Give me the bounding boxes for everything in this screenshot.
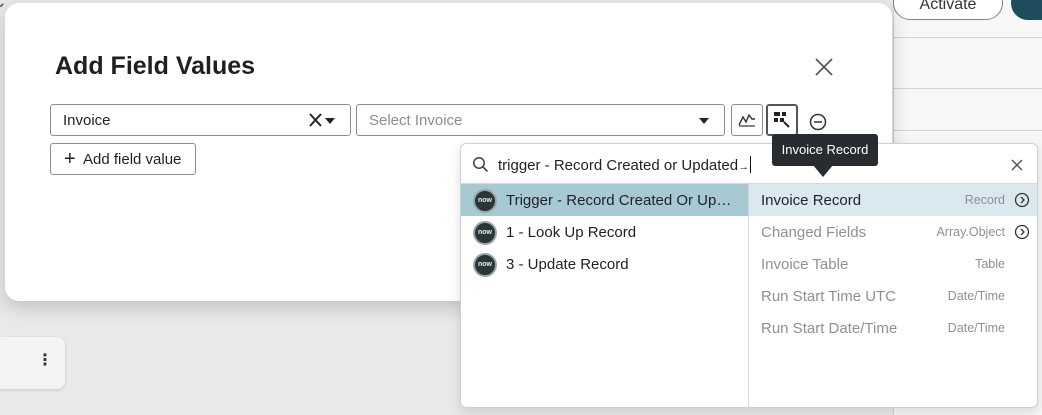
search-icon xyxy=(472,156,489,173)
chevron-down-icon[interactable] xyxy=(325,118,335,124)
text-cursor xyxy=(750,156,752,173)
pill-tree-button[interactable] xyxy=(766,104,798,136)
minus-circle-icon[interactable] xyxy=(809,113,827,131)
background-flow-card[interactable]: ⋮ xyxy=(0,337,65,389)
pill-type: Table xyxy=(975,257,1005,271)
arrow-right-icon: → xyxy=(738,161,750,173)
step-label: 1 - Look Up Record xyxy=(506,224,637,241)
tooltip-arrow xyxy=(813,165,833,177)
modal-title: Add Field Values xyxy=(55,52,256,80)
background-divider xyxy=(893,88,1042,89)
list-item[interactable]: now 1 - Look Up Record xyxy=(461,216,748,248)
field-select[interactable]: Invoice xyxy=(50,104,351,136)
activate-button[interactable]: Activate xyxy=(893,0,1003,20)
list-item: Invoice Table Table xyxy=(749,248,1037,280)
list-item[interactable]: now 3 - Update Record xyxy=(461,248,748,280)
picker-search-input[interactable]: trigger - Record Created or Updated→ xyxy=(498,156,752,174)
chevron-right-circle-icon[interactable] xyxy=(1014,224,1030,240)
chevron-down-icon[interactable] xyxy=(699,118,709,124)
background-edge-glyph: c xyxy=(0,0,4,13)
background-divider xyxy=(893,37,1042,38)
data-pill-picker-button[interactable] xyxy=(731,104,763,136)
step-label: 3 - Update Record xyxy=(506,256,629,273)
list-item[interactable]: Changed Fields Array.Object xyxy=(749,216,1037,248)
pill-type: Date/Time xyxy=(947,321,1005,335)
pill-name: Invoice Table xyxy=(761,256,849,273)
list-item: Run Start Time UTC Date/Time xyxy=(749,280,1037,312)
plus-icon: + xyxy=(64,148,76,170)
picker-search-value: trigger - Record Created or Updated xyxy=(498,157,739,174)
pill-name: Run Start Time UTC xyxy=(761,288,897,305)
pill-type: Array.Object xyxy=(936,225,1005,239)
add-field-value-label: Add field value xyxy=(83,151,182,168)
value-select-placeholder: Select Invoice xyxy=(369,112,463,129)
pill-name: Changed Fields xyxy=(761,224,867,241)
tooltip: Invoice Record xyxy=(772,134,878,166)
pill-name: Invoice Record xyxy=(761,192,862,209)
pill-type: Record xyxy=(964,193,1005,207)
now-step-icon: now xyxy=(473,253,497,277)
pill-type: Date/Time xyxy=(947,289,1005,303)
list-item[interactable]: now Trigger - Record Created Or Updated xyxy=(461,184,748,216)
more-options-icon[interactable]: ⋮ xyxy=(37,353,53,369)
add-field-value-button[interactable]: + Add field value xyxy=(50,143,196,175)
now-step-icon: now xyxy=(473,189,497,213)
list-item[interactable]: Invoice Record Record xyxy=(749,184,1037,216)
field-select-value: Invoice xyxy=(63,112,111,129)
clear-x-icon[interactable] xyxy=(308,111,324,129)
close-icon[interactable] xyxy=(1010,158,1024,172)
pill-tree-icon xyxy=(774,112,790,128)
now-step-icon: now xyxy=(473,221,497,245)
data-pill-picker-dropdown: trigger - Record Created or Updated→ now… xyxy=(460,143,1038,408)
list-item: Run Start Date/Time Date/Time xyxy=(749,312,1037,344)
close-icon[interactable] xyxy=(812,55,836,79)
data-pills-list: Invoice Record Record Changed Fields Arr… xyxy=(749,184,1037,407)
picker-search-row: trigger - Record Created or Updated→ xyxy=(461,144,1037,184)
data-pill-picker-icon xyxy=(738,113,755,127)
value-select[interactable]: Select Invoice xyxy=(356,104,725,136)
step-label: Trigger - Record Created Or Updated xyxy=(506,192,738,209)
chevron-right-circle-icon[interactable] xyxy=(1014,192,1030,208)
flow-steps-list: now Trigger - Record Created Or Updated … xyxy=(461,184,749,407)
pill-name: Run Start Date/Time xyxy=(761,320,898,337)
background-divider xyxy=(893,130,1042,131)
